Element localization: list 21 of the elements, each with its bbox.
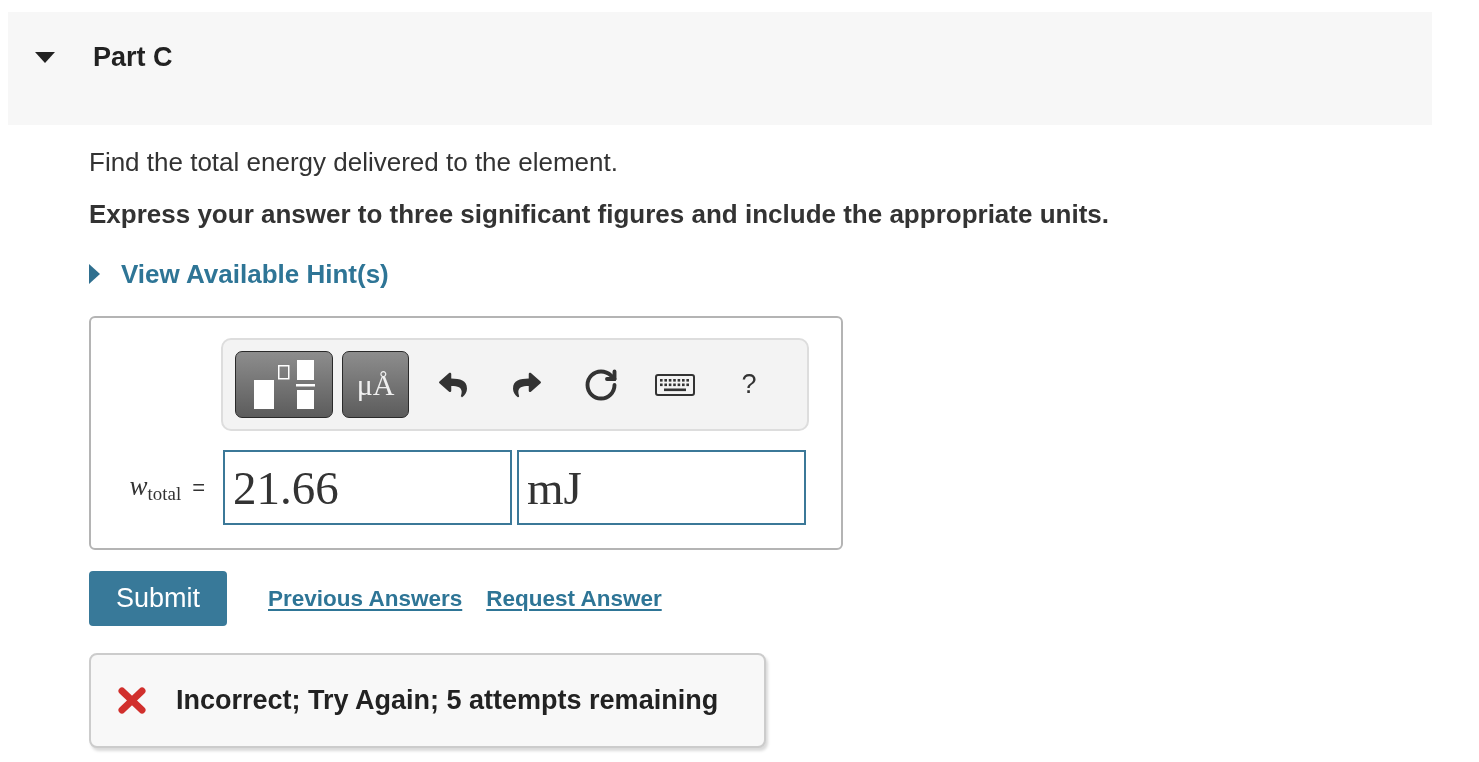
submit-button[interactable]: Submit xyxy=(89,571,227,626)
part-title: Part C xyxy=(93,41,173,73)
feedback-message: Incorrect; Try Again; 5 attempts remaining xyxy=(176,685,719,716)
undo-icon xyxy=(439,370,467,399)
template-icon xyxy=(253,360,315,409)
keyboard-icon xyxy=(655,373,695,396)
help-button[interactable]: ? xyxy=(719,359,779,410)
variable-label: w$_{total}$ xyxy=(129,470,182,505)
value-input[interactable]: 21.66 xyxy=(223,450,512,525)
caret-right-icon[interactable] xyxy=(89,264,100,284)
symbols-button[interactable]: μÅ xyxy=(342,351,409,418)
unit-input[interactable]: mJ xyxy=(517,450,806,525)
prompt-text: Find the total energy delivered to the element. xyxy=(89,147,618,177)
caret-down-icon[interactable] xyxy=(35,51,55,63)
redo-icon xyxy=(513,370,541,399)
equals-sign: = xyxy=(192,474,205,501)
instruction-text: Express your answer to three significant figures and include the appropriate units. xyxy=(89,199,1109,229)
templates-button[interactable] xyxy=(235,351,333,418)
previous-answers-link[interactable]: Previous Answers xyxy=(268,585,463,612)
hints-link[interactable]: View Available Hint(s) xyxy=(89,259,389,289)
request-answer-link[interactable]: Request Answer xyxy=(486,585,662,612)
